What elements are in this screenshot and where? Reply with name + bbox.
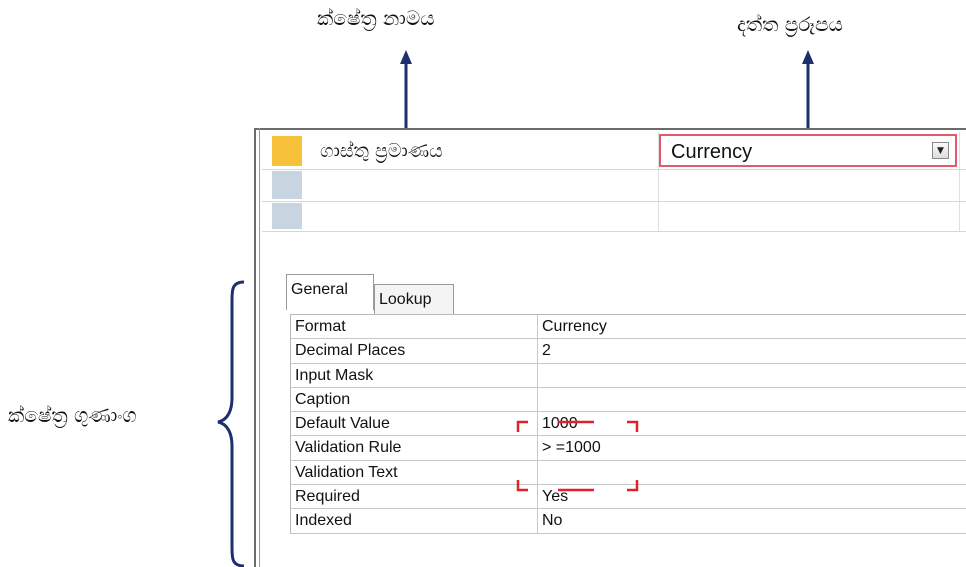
data-type-arrow <box>802 50 814 128</box>
value-highlight-corners <box>516 420 639 492</box>
properties-brace <box>217 280 245 567</box>
annotation-graphics <box>217 50 814 567</box>
field-name-arrow <box>400 50 412 128</box>
